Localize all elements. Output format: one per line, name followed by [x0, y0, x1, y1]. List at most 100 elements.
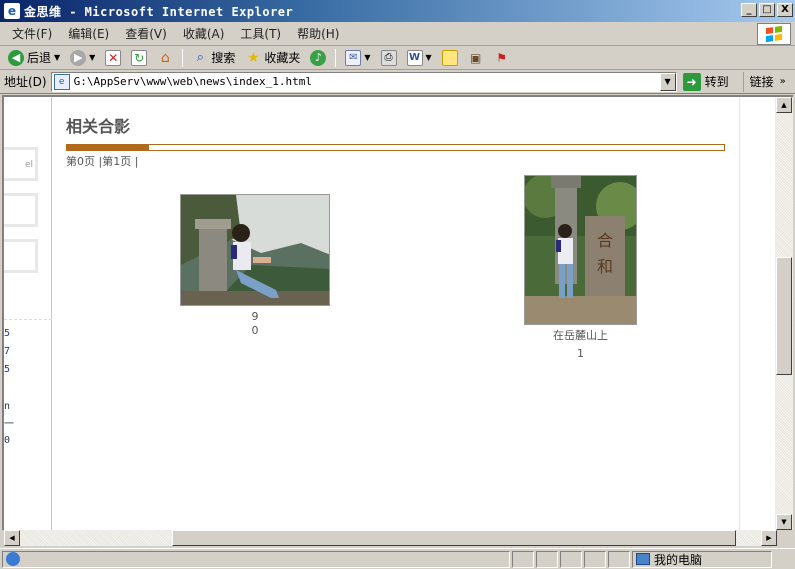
back-dropdown-icon[interactable]: ▼	[54, 53, 60, 62]
svg-text:和: 和	[597, 257, 613, 276]
menu-tools[interactable]: 工具(T)	[232, 25, 289, 42]
pager[interactable]: 第0页 |第1页 |	[66, 153, 138, 169]
photo-index: 0	[251, 324, 259, 337]
ie-icon: e	[4, 3, 20, 19]
scroll-left-icon[interactable]: ◀	[4, 530, 20, 546]
forward-button[interactable]: ▶ ▼	[66, 47, 99, 69]
main-content: 相关合影 第0页 |第1页 | 9 0 合 和 在岳麓山上 1	[53, 97, 739, 530]
scroll-right-icon[interactable]: ▶	[761, 530, 777, 546]
zone-label: 我的电脑	[654, 552, 703, 567]
stop-icon: ✕	[105, 49, 122, 66]
toolbar: ◀ 后退 ▼ ▶ ▼ ✕ ↻ ⌂ ⌕ 搜索 ★ 收藏夹 ♪ ✉ ▼ ⎙ W ▼ …	[0, 46, 795, 70]
address-url[interactable]: G:\AppServ\www\web\news\index_1.html	[74, 75, 312, 88]
discuss-button[interactable]	[438, 47, 462, 69]
close-button[interactable]: X	[777, 3, 793, 17]
menu-favorites[interactable]: 收藏(A)	[175, 25, 233, 42]
scrollbar-corner	[777, 530, 793, 546]
links-button[interactable]: 链接 »	[742, 71, 786, 92]
address-dropdown-icon[interactable]: ▼	[659, 72, 676, 91]
photo-image[interactable]: 合 和	[524, 175, 637, 325]
go-button[interactable]: ➜ 转到	[682, 72, 729, 91]
refresh-icon: ↻	[131, 49, 148, 66]
forward-dropdown-icon[interactable]: ▼	[89, 53, 95, 62]
mail-icon: ✉	[345, 49, 362, 66]
status-pane	[584, 550, 606, 568]
status-bar: 我的电脑	[0, 548, 795, 569]
back-arrow-icon: ◀	[8, 49, 24, 66]
left-frame-char: 一	[4, 419, 14, 430]
left-frame-divider	[4, 319, 52, 320]
status-text-pane	[2, 550, 510, 568]
chevron-right-icon: »	[779, 76, 786, 87]
menu-file[interactable]: 文件(F)	[4, 25, 60, 42]
scroll-down-icon[interactable]: ▼	[776, 514, 792, 530]
address-input[interactable]: e G:\AppServ\www\web\news\index_1.html ▼	[50, 71, 677, 92]
media-button[interactable]: ♪	[306, 47, 330, 69]
back-button[interactable]: ◀ 后退 ▼	[4, 47, 64, 69]
star-icon: ★	[247, 49, 260, 66]
status-pane	[536, 550, 558, 568]
scroll-up-icon[interactable]: ▲	[776, 97, 792, 113]
status-pane	[608, 550, 630, 568]
left-frame-char: n	[4, 401, 11, 412]
photo-caption: 9	[251, 310, 259, 323]
search-button[interactable]: ⌕ 搜索	[188, 47, 239, 69]
mail-button[interactable]: ✉ ▼	[341, 47, 374, 69]
edit-dropdown-icon[interactable]: ▼	[426, 53, 432, 62]
status-pane	[560, 550, 582, 568]
svg-text:合: 合	[597, 231, 613, 250]
menu-edit[interactable]: 编辑(E)	[60, 25, 117, 42]
left-frame-char: 0	[4, 435, 11, 446]
left-frame: el 5 7 5 n 一 0	[4, 97, 52, 530]
photo-caption[interactable]: 在岳麓山上	[553, 329, 608, 343]
left-frame-box	[4, 239, 38, 273]
window-title: 金思维 - Microsoft Internet Explorer	[24, 4, 294, 19]
search-icon: ⌕	[196, 50, 204, 65]
back-label: 后退	[27, 51, 52, 65]
left-frame-char[interactable]: 7	[4, 346, 10, 357]
left-frame-char[interactable]: 5	[4, 328, 10, 339]
word-icon: W	[406, 49, 423, 66]
photo-card[interactable]: 9 0	[180, 194, 330, 338]
left-frame-box-label: el	[24, 160, 33, 170]
toolbar-separator	[182, 48, 184, 67]
vertical-scrollbar[interactable]: ▲ ▼	[775, 95, 793, 530]
security-zone-pane: 我的电脑	[632, 550, 772, 568]
search-label: 搜索	[211, 51, 236, 65]
messenger-button[interactable]: ⚑	[490, 47, 514, 69]
photo-image[interactable]	[180, 194, 330, 306]
edit-button[interactable]: W ▼	[403, 47, 436, 69]
vertical-scroll-thumb[interactable]	[776, 257, 792, 375]
photo-card[interactable]: 合 和 在岳麓山上 1	[524, 175, 637, 361]
address-bar: 地址(D) e G:\AppServ\www\web\news\index_1.…	[0, 70, 795, 94]
research-button[interactable]: ▣	[464, 47, 488, 69]
mail-dropdown-icon[interactable]: ▼	[364, 53, 370, 62]
menu-help[interactable]: 帮助(H)	[289, 25, 347, 42]
links-label: 链接	[749, 75, 774, 89]
go-label: 转到	[704, 75, 729, 89]
horizontal-scrollbar[interactable]: ◀ ▶	[4, 530, 777, 546]
home-button[interactable]: ⌂	[153, 47, 177, 69]
section-title: 相关合影	[66, 117, 131, 136]
favorites-label: 收藏夹	[264, 51, 301, 65]
maximize-button[interactable]: □	[759, 3, 775, 17]
address-label: 地址(D)	[4, 75, 47, 89]
title-rule	[66, 144, 725, 151]
minimize-button[interactable]: _	[741, 3, 757, 17]
page-icon: e	[53, 73, 70, 90]
refresh-button[interactable]: ↻	[127, 47, 151, 69]
home-icon: ⌂	[160, 49, 170, 66]
stop-button[interactable]: ✕	[101, 47, 125, 69]
favorites-button[interactable]: ★ 收藏夹	[241, 47, 304, 69]
page-status-icon	[6, 552, 20, 566]
toolbar-separator	[335, 48, 337, 67]
left-frame-char[interactable]: 5	[4, 364, 10, 375]
menu-view[interactable]: 查看(V)	[117, 25, 175, 42]
horizontal-scroll-thumb[interactable]	[172, 530, 736, 546]
left-frame-box: el	[4, 147, 38, 181]
page-viewport: el 5 7 5 n 一 0 相关合影 第0页 |第1页 | 9 0 合 和 在…	[2, 95, 775, 530]
messenger-icon: ⚑	[496, 50, 508, 65]
title-bar: e 金思维 - Microsoft Internet Explorer _ □ …	[0, 0, 795, 22]
left-frame-box	[4, 193, 38, 227]
print-button[interactable]: ⎙	[377, 47, 401, 69]
